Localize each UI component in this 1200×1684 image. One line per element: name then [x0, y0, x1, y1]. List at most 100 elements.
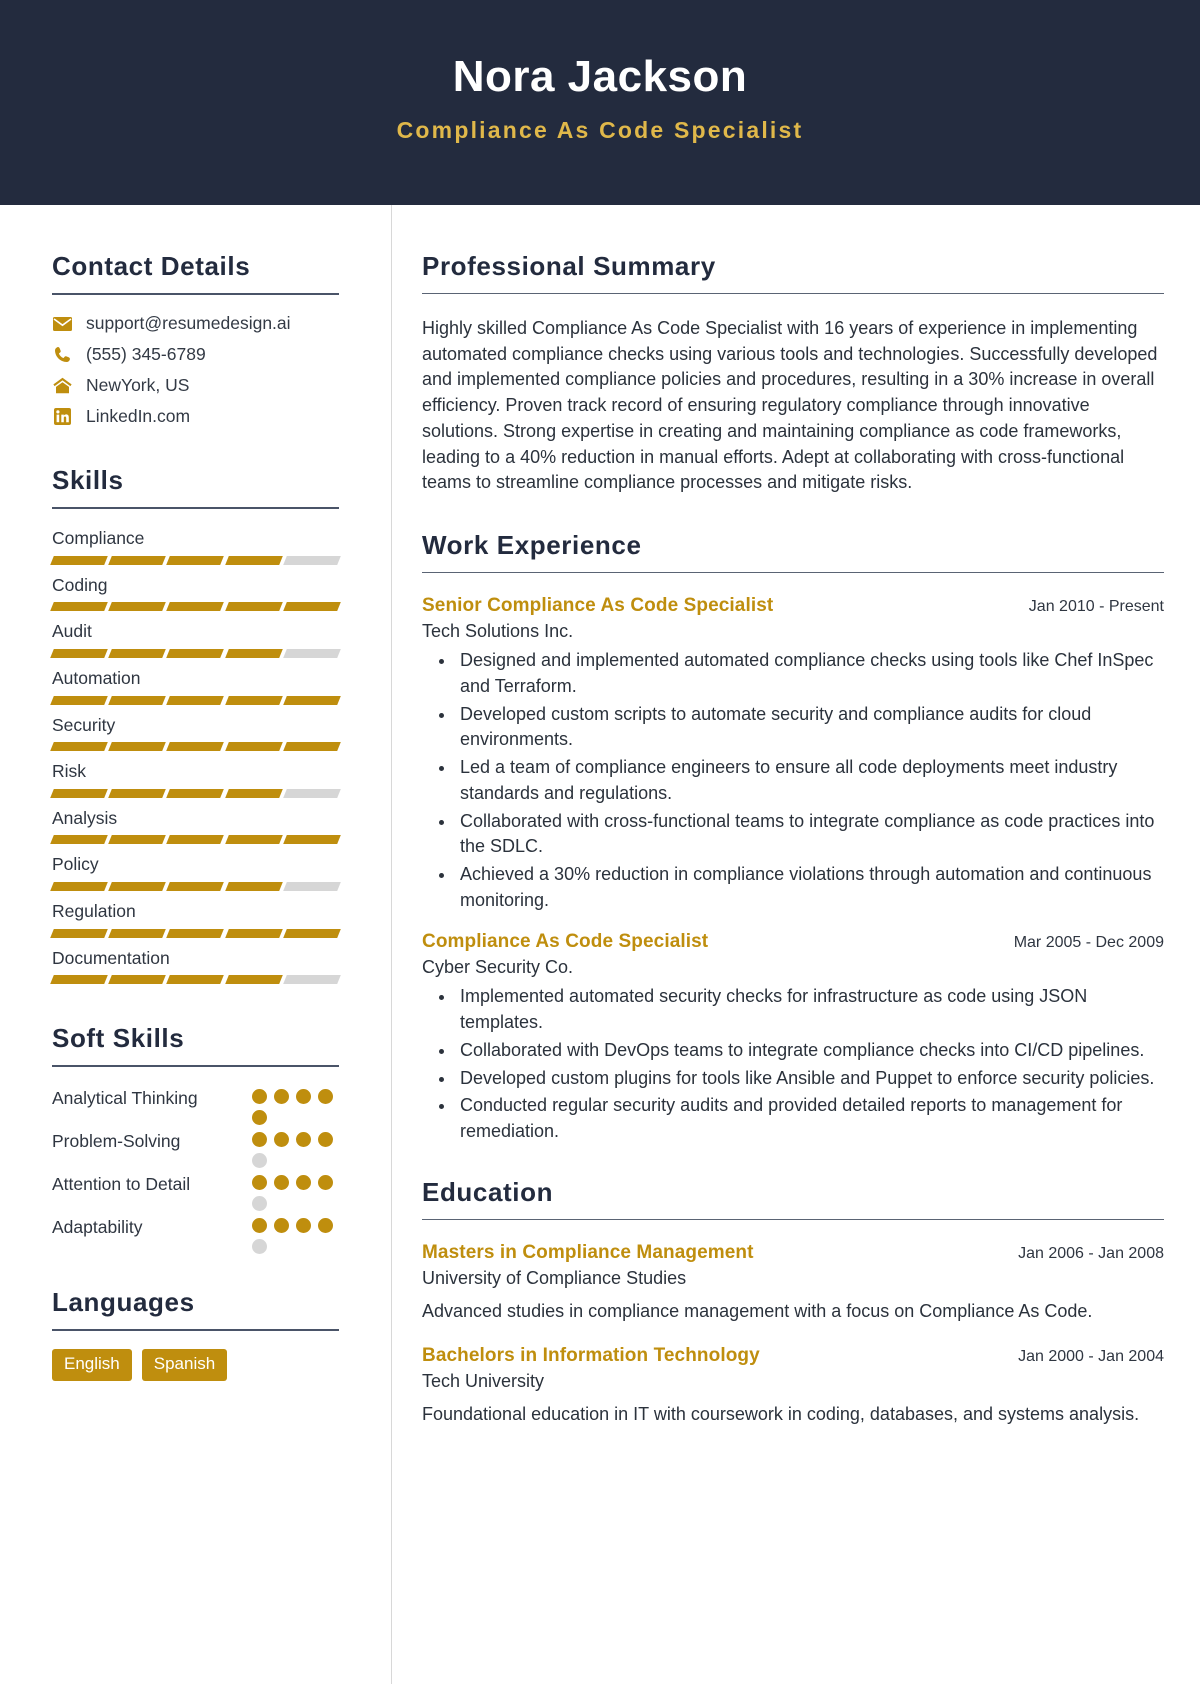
skill-bar-segment: [282, 788, 341, 798]
home-icon: [52, 376, 73, 396]
skill-bar-segment: [166, 928, 225, 938]
soft-skill-item: Attention to Detail: [52, 1171, 339, 1212]
skill-bar-segment: [282, 695, 341, 705]
skill-bar-segment: [50, 695, 109, 705]
skill-name: Automation: [52, 667, 141, 688]
skill-bar-segment: [282, 648, 341, 658]
skill-item: Compliance: [50, 527, 341, 565]
skill-bar-segment: [108, 555, 167, 565]
skill-item: Documentation: [50, 947, 341, 985]
soft-skill-item: Analytical Thinking: [52, 1085, 339, 1126]
education-entry: Masters in Compliance Management Jan 2006…: [422, 1242, 1164, 1325]
skill-bar-segment: [224, 602, 283, 612]
education-entry-header: Bachelors in Information Technology Jan 2…: [422, 1345, 1164, 1367]
education-entry: Bachelors in Information Technology Jan 2…: [422, 1345, 1164, 1428]
bullet-item: Designed and implemented automated compl…: [456, 648, 1164, 699]
skill-bar-segment: [50, 555, 109, 565]
contact-value: NewYork, US: [86, 375, 190, 395]
soft-skills-section-title: Soft Skills: [52, 1023, 185, 1054]
skill-bar-segment: [224, 788, 283, 798]
section-divider: [422, 1218, 1164, 1220]
contact-item[interactable]: support@resumedesign.ai: [52, 313, 339, 334]
skill-item: Policy: [50, 853, 341, 891]
language-pill[interactable]: English: [52, 1349, 132, 1381]
skill-name: Regulation: [52, 901, 136, 921]
skill-name: Documentation: [52, 947, 170, 968]
skill-bar-segment: [50, 648, 109, 658]
skill-bar-segment: [50, 928, 109, 938]
envelope-icon: [52, 314, 73, 334]
skill-bar-segment: [166, 882, 225, 891]
soft-skills-list: Analytical Thinking Problem-Solving Attent…: [52, 1085, 339, 1255]
rating-dot: [252, 1239, 267, 1255]
education-entry-institution: University of Compliance Studies: [422, 1267, 687, 1288]
work-entry-title: Senior Compliance As Code Specialist: [422, 595, 774, 617]
skill-item: Regulation: [50, 900, 341, 938]
rating-dot: [274, 1175, 289, 1191]
skill-level-bar: [50, 695, 341, 705]
work-entry-header: Senior Compliance As Code Specialist Jan …: [422, 595, 1164, 617]
skill-bar-segment: [282, 742, 341, 752]
skill-bar-segment: [50, 788, 109, 798]
rating-dot: [252, 1196, 267, 1212]
skill-item: Audit: [50, 620, 341, 658]
education-entry-date: Jan 2000 - Jan 2004: [1018, 1347, 1164, 1365]
skill-bar-segment: [224, 555, 283, 565]
skill-item: Analysis: [50, 807, 341, 845]
rating-dot: [318, 1175, 333, 1191]
skill-bar-segment: [50, 882, 109, 891]
skill-bar-segment: [166, 648, 225, 658]
work-entry-title: Compliance As Code Specialist: [422, 931, 709, 953]
bullet-item: Developed custom scripts to automate sec…: [456, 702, 1164, 753]
skill-bar-segment: [108, 882, 167, 891]
skill-bar-segment: [166, 835, 225, 845]
skill-bar-segment: [108, 788, 167, 798]
skill-level-bar: [50, 742, 341, 752]
skill-bar-segment: [166, 695, 225, 705]
skill-level-bar: [50, 928, 341, 938]
skill-level-bar: [50, 882, 341, 891]
rating-dot: [274, 1218, 289, 1234]
resume-body: Contact Details support@resumedesign.ai (…: [0, 205, 1200, 1684]
skill-bar-segment: [166, 602, 225, 612]
skill-bar-segment: [108, 602, 167, 612]
skill-bar-segment: [108, 742, 167, 752]
education-entry-header: Masters in Compliance Management Jan 2006…: [422, 1242, 1164, 1264]
skill-bar-segment: [224, 648, 283, 658]
languages-section-title: Languages: [52, 1287, 195, 1318]
language-pill[interactable]: Spanish: [141, 1349, 228, 1381]
skill-level-bar: [50, 835, 341, 845]
skill-bar-segment: [224, 695, 283, 705]
skill-name: Security: [52, 714, 116, 735]
soft-skill-rating: [252, 1214, 336, 1255]
skill-level-bar: [50, 648, 341, 658]
contact-item[interactable]: NewYork, US: [52, 375, 339, 396]
contact-item[interactable]: (555) 345-6789: [52, 344, 339, 365]
skill-name: Coding: [52, 574, 108, 595]
main-column: Professional Summary Highly skilled Comp…: [392, 205, 1200, 1684]
section-divider: [422, 293, 1164, 294]
work-entry-bullets: Designed and implemented automated compl…: [422, 648, 1164, 913]
soft-skill-name: Problem-Solving: [52, 1131, 181, 1152]
skill-bar-segment: [224, 882, 283, 891]
section-divider: [52, 1065, 339, 1068]
summary-section-title: Professional Summary: [422, 251, 716, 281]
resume-header: Nora Jackson Compliance As Code Speciali…: [0, 0, 1200, 205]
skill-name: Compliance: [52, 528, 145, 548]
skill-bar-segment: [108, 928, 167, 938]
soft-skill-name: Attention to Detail: [52, 1174, 191, 1195]
skill-bar-segment: [108, 975, 167, 985]
skill-bar-segment: [282, 975, 341, 985]
languages-section: Languages English Spanish: [52, 1287, 339, 1381]
bullet-item: Developed custom plugins for tools like …: [456, 1066, 1164, 1092]
education-entry-title: Bachelors in Information Technology: [422, 1344, 760, 1366]
skill-bar-segment: [50, 835, 109, 845]
contact-item[interactable]: LinkedIn.com: [52, 406, 339, 427]
skill-bar-segment: [166, 742, 225, 752]
education-entry-date: Jan 2006 - Jan 2008: [1018, 1244, 1164, 1262]
skill-bar-segment: [50, 975, 109, 985]
skill-level-bar: [50, 975, 341, 985]
education-entry-description: Foundational education in IT with course…: [422, 1403, 1140, 1424]
bullet-item: Implemented automated security checks fo…: [456, 984, 1164, 1035]
work-entry-list: Senior Compliance As Code Specialist Jan …: [422, 595, 1164, 1145]
